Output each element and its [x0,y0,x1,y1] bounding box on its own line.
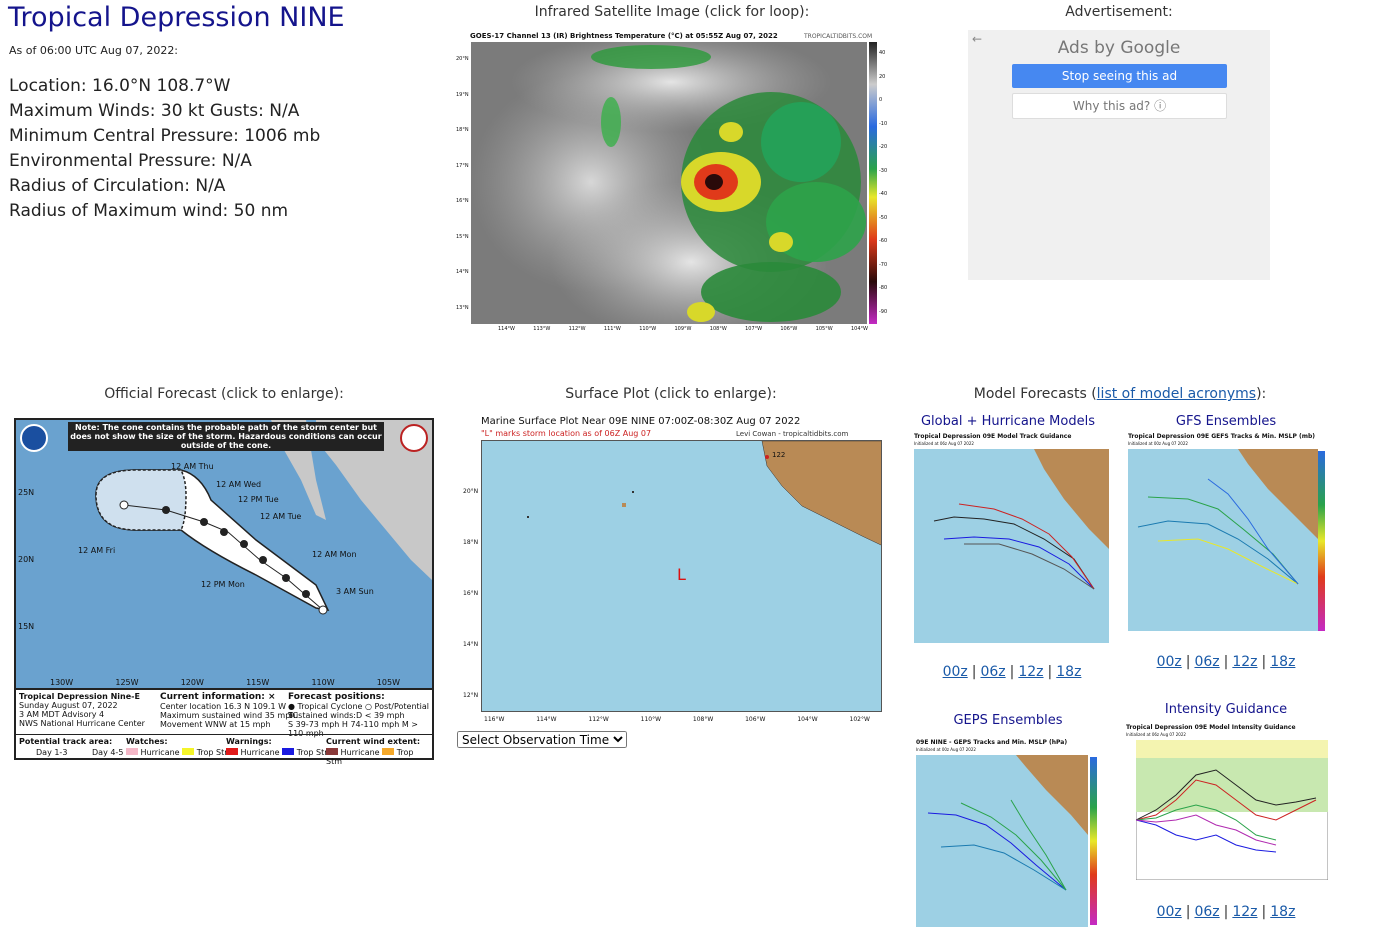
global-06z-link[interactable]: 06z [980,664,1005,680]
temperature-colorbar [869,42,877,324]
intensity-00z-link[interactable]: 00z [1157,904,1182,920]
cone-note: Note: The cone contains the probable pat… [68,422,384,451]
stop-ad-button[interactable]: Stop seeing this ad [1012,64,1227,88]
surface-title: Marine Surface Plot Near 09E NINE 07:00Z… [481,416,801,427]
min-pressure-text: Minimum Central Pressure: 1006 mb [9,126,321,146]
official-legend: Tropical Depression Nine-E Sunday August… [16,688,432,766]
global-models-map [914,449,1109,643]
storm-title: Tropical Depression NINE [8,2,345,33]
satellite-lon-labels: 114°W 113°W 112°W 111°W 110°W 109°W 108°W 107°W… [498,326,868,332]
pt-12am-wed: 12 AM Wed [216,480,262,489]
satellite-caption: GOES-17 Channel 13 (IR) Brightness Tempe… [470,32,778,40]
global-12z-link[interactable]: 12z [1018,664,1043,680]
storm-marker: L [677,565,686,584]
model-forecasts-heading: Model Forecasts (list of model acronyms)… [973,386,1267,402]
intensity-guidance-links: 00z | 06z | 12z | 18z [1156,904,1296,920]
gfs-ensembles-links: 00z | 06z | 12z | 18z [1156,654,1296,670]
lat-25n: 25N [18,488,35,497]
surface-credit: Levi Cowan - tropicaltidbits.com [736,430,849,438]
satellite-credit: TROPICALTIDBITS.COM [804,33,873,40]
radius-max-wind-text: Radius of Maximum wind: 50 nm [9,201,289,221]
global-models-title: Global + Hurricane Models [920,414,1095,429]
pt-12pm-mon: 12 PM Mon [201,580,245,589]
intensity-12z-link[interactable]: 12z [1232,904,1257,920]
geps-ensembles-map [916,755,1088,927]
gfs-00z-link[interactable]: 00z [1157,654,1182,670]
gfs-ensembles-title: GFS Ensembles [1175,414,1277,429]
noaa-logo-icon [20,424,48,452]
surface-subtitle: "L" marks storm location as of 06Z Aug 0… [481,429,652,438]
pt-12am-tue: 12 AM Tue [260,512,302,521]
intensity-guidance-chart [1136,740,1328,880]
surface-lat-labels: 20°N 18°N 16°N 14°N 12°N [463,488,479,699]
model-acronyms-link[interactable]: list of model acronyms [1097,386,1256,402]
gfs-colorbar [1318,451,1325,631]
colorbar-labels: 40 20 0 -10 -20 -30 -40 -50 -60 -70 -80 -90 [879,50,888,315]
global-18z-link[interactable]: 18z [1056,664,1081,680]
global-models-image[interactable]: Tropical Depression 09E Model Track Guid… [912,431,1112,647]
intensity-06z-link[interactable]: 06z [1194,904,1219,920]
surface-plot-heading: Surface Plot (click to enlarge): [565,386,777,402]
satellite-map [471,42,867,324]
why-ad-button[interactable]: Why this ad? ⓘ [1012,93,1227,119]
pt-12am-thu: 12 AM Thu [171,462,214,471]
satellite-heading: Infrared Satellite Image (click for loop… [534,4,810,20]
station-obs: 122 [772,451,786,459]
satellite-lat-labels: 20°N 19°N 18°N 17°N 16°N 15°N 14°N 13°N [456,56,469,311]
official-forecast-image[interactable]: Note: The cone contains the probable pat… [14,418,434,766]
gfs-06z-link[interactable]: 06z [1194,654,1219,670]
surface-lon-labels: 116°W 114°W 112°W 110°W 108°W 106°W 104°W 102°W [484,716,870,723]
geps-colorbar [1090,757,1097,925]
observation-time-select[interactable]: Select Observation Time... [457,731,627,748]
gfs-ensembles-map [1128,449,1318,631]
location-text: Location: 16.0°N 108.7°W [9,76,231,96]
geps-ensembles-title: GEPS Ensembles [953,713,1063,728]
global-models-links: 00z | 06z | 12z | 18z [942,664,1082,680]
ad-container: ← Ads by Google Stop seeing this ad Why … [968,30,1270,280]
gfs-12z-link[interactable]: 12z [1232,654,1257,670]
nws-logo-icon [400,424,428,452]
intensity-18z-link[interactable]: 18z [1270,904,1295,920]
gfs-ensembles-image[interactable]: Tropical Depression 09E GEFS Tracks & Mi… [1126,431,1336,637]
ads-by-google: Ads by Google [1057,38,1181,58]
global-00z-link[interactable]: 00z [943,664,968,680]
env-pressure-text: Environmental Pressure: N/A [9,151,252,171]
lon-labels: 130W 125W 120W 115W 110W 105W [50,678,400,687]
lat-20n: 20N [18,555,35,564]
ad-heading: Advertisement: [1065,4,1173,20]
geps-ensembles-image[interactable]: 09E NINE - GEPS Tracks and Min. MSLP (hP… [914,737,1104,929]
pt-12am-fri: 12 AM Fri [78,546,116,555]
satellite-image[interactable]: GOES-17 Channel 13 (IR) Brightness Tempe… [456,30,888,332]
lat-15n: 15N [18,622,35,631]
radius-circulation-text: Radius of Circulation: N/A [9,176,226,196]
surface-plot-image[interactable]: Marine Surface Plot Near 09E NINE 07:00Z… [456,414,886,730]
max-winds-text: Maximum Winds: 30 kt Gusts: N/A [9,101,300,121]
official-forecast-heading: Official Forecast (click to enlarge): [104,386,344,402]
intensity-guidance-title: Intensity Guidance [1164,702,1288,717]
pt-12pm-tue: 12 PM Tue [238,495,279,504]
pt-3am-sun: 3 AM Sun [336,587,374,596]
as-of-time: As of 06:00 UTC Aug 07, 2022: [9,44,179,57]
surface-map: L 122 [481,440,882,712]
pt-12am-mon: 12 AM Mon [312,550,357,559]
gfs-18z-link[interactable]: 18z [1270,654,1295,670]
intensity-guidance-image[interactable]: Tropical Depression 09E Model Intensity … [1124,722,1332,890]
